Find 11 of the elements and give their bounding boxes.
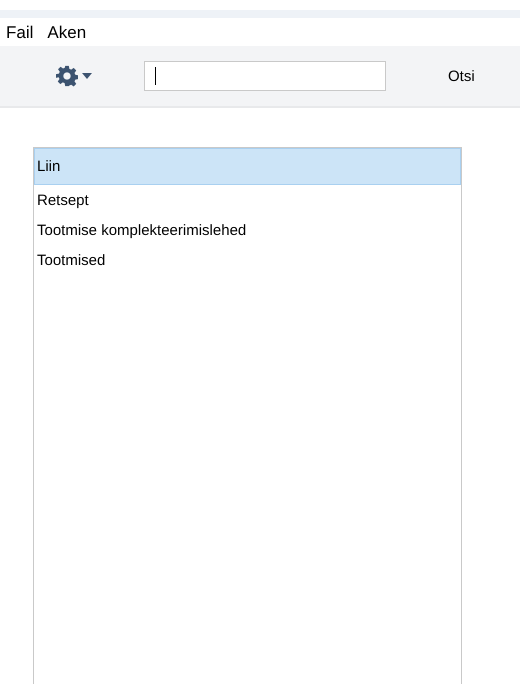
menu-item[interactable]: Aken — [47, 23, 86, 44]
gear-icon — [56, 65, 78, 87]
search-button[interactable]: Otsi — [440, 64, 483, 88]
list-item[interactable]: Tootmise komplekteerimislehed — [34, 215, 461, 245]
list-item[interactable]: Tootmised — [34, 245, 461, 275]
list-item[interactable]: Liin — [34, 148, 461, 185]
search-field[interactable] — [144, 61, 386, 91]
caret-icon — [82, 73, 92, 79]
menu-item[interactable]: Fail — [6, 23, 34, 44]
settings-dropdown-button[interactable] — [56, 65, 92, 87]
list-item[interactable]: Retsept — [34, 185, 461, 215]
